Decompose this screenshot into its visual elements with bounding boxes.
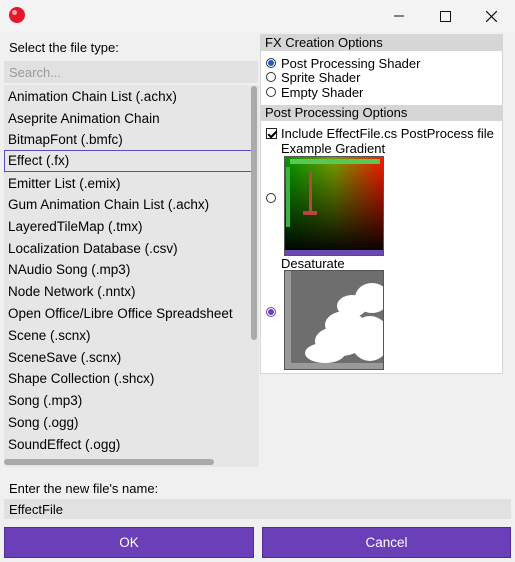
radio-label: Sprite Shader [281,69,361,85]
preview-detail [305,343,345,363]
list-item[interactable]: Song (.ogg) [4,412,253,433]
preview-detail [290,159,380,164]
options-panel: FX Creation Options Post Processing Shad… [260,34,503,374]
preview-detail [285,363,383,369]
radio-icon [266,87,276,97]
list-item[interactable]: BitmapFont (.bmfc) [4,129,253,150]
horizontal-scrollbar[interactable] [4,459,214,465]
list-item[interactable]: Gum Animation Chain List (.achx) [4,194,253,215]
preview-detail [286,167,290,227]
desaturate-preview[interactable] [284,270,384,370]
list-item[interactable]: LayeredTileMap (.tmx) [4,216,253,237]
radio-post-processing-shader[interactable]: Post Processing Shader [266,55,421,71]
radio-selected-icon [266,307,276,317]
desaturate-label: Desaturate [281,256,345,271]
preview-detail [303,211,317,215]
list-item[interactable]: Animation Chain List (.achx) [4,86,253,107]
ok-button[interactable]: OK [4,527,254,558]
maximize-icon [439,10,451,22]
radio-icon [266,72,276,82]
radio-sprite-shader[interactable]: Sprite Shader [266,69,361,85]
preview-detail [350,316,383,361]
desaturate-radio[interactable] [266,307,281,317]
list-item[interactable]: NAudio Song (.mp3) [4,259,253,280]
list-item[interactable]: Emitter List (.emix) [4,173,253,194]
list-item[interactable]: Shape Collection (.shcx) [4,368,253,389]
maximize-button[interactable] [422,0,468,32]
preview-detail [309,171,312,213]
app-icon [9,7,25,23]
checkbox-checked-icon [266,127,277,139]
radio-icon [266,193,276,203]
preview-detail [285,271,291,369]
post-processing-header: Post Processing Options [261,105,502,121]
list-item[interactable]: Scene (.scnx) [4,325,253,346]
file-name-label: Enter the new file's name: [9,481,159,496]
file-type-list[interactable]: Animation Chain List (.achx) Aseprite An… [4,85,259,467]
list-item[interactable]: Localization Database (.csv) [4,238,253,259]
list-item-selected[interactable]: Effect (.fx) [4,150,253,172]
file-type-label: Select the file type: [9,40,119,55]
close-icon [485,10,497,22]
example-gradient-radio[interactable] [266,193,281,203]
radio-selected-icon [266,58,276,68]
radio-label: Empty Shader [281,84,364,100]
search-input[interactable] [4,61,258,83]
fx-creation-header: FX Creation Options [261,35,502,51]
include-postprocess-checkbox[interactable]: Include EffectFile.cs PostProcess file [266,125,494,141]
cancel-button[interactable]: Cancel [262,527,511,558]
list-item[interactable]: SceneSave (.scnx) [4,347,253,368]
radio-label: Post Processing Shader [281,55,421,71]
checkbox-label: Include EffectFile.cs PostProcess file [281,125,494,141]
preview-detail [355,283,383,313]
list-item[interactable]: Song (.mp3) [4,390,253,411]
preview-detail [285,250,383,255]
list-item[interactable]: Open Office/Libre Office Spreadsheet [4,303,253,324]
file-name-input[interactable] [4,499,511,519]
vertical-scrollbar[interactable] [251,86,257,340]
close-button[interactable] [468,0,514,32]
example-gradient-preview[interactable] [284,156,384,256]
radio-empty-shader[interactable]: Empty Shader [266,84,364,100]
list-item[interactable]: Node Network (.nntx) [4,281,253,302]
list-item[interactable]: SoundEffect (.ogg) [4,434,253,455]
list-item[interactable]: Aseprite Animation Chain [4,108,253,129]
minimize-icon [394,15,404,17]
example-gradient-label: Example Gradient [281,141,386,156]
minimize-button[interactable] [376,0,422,32]
